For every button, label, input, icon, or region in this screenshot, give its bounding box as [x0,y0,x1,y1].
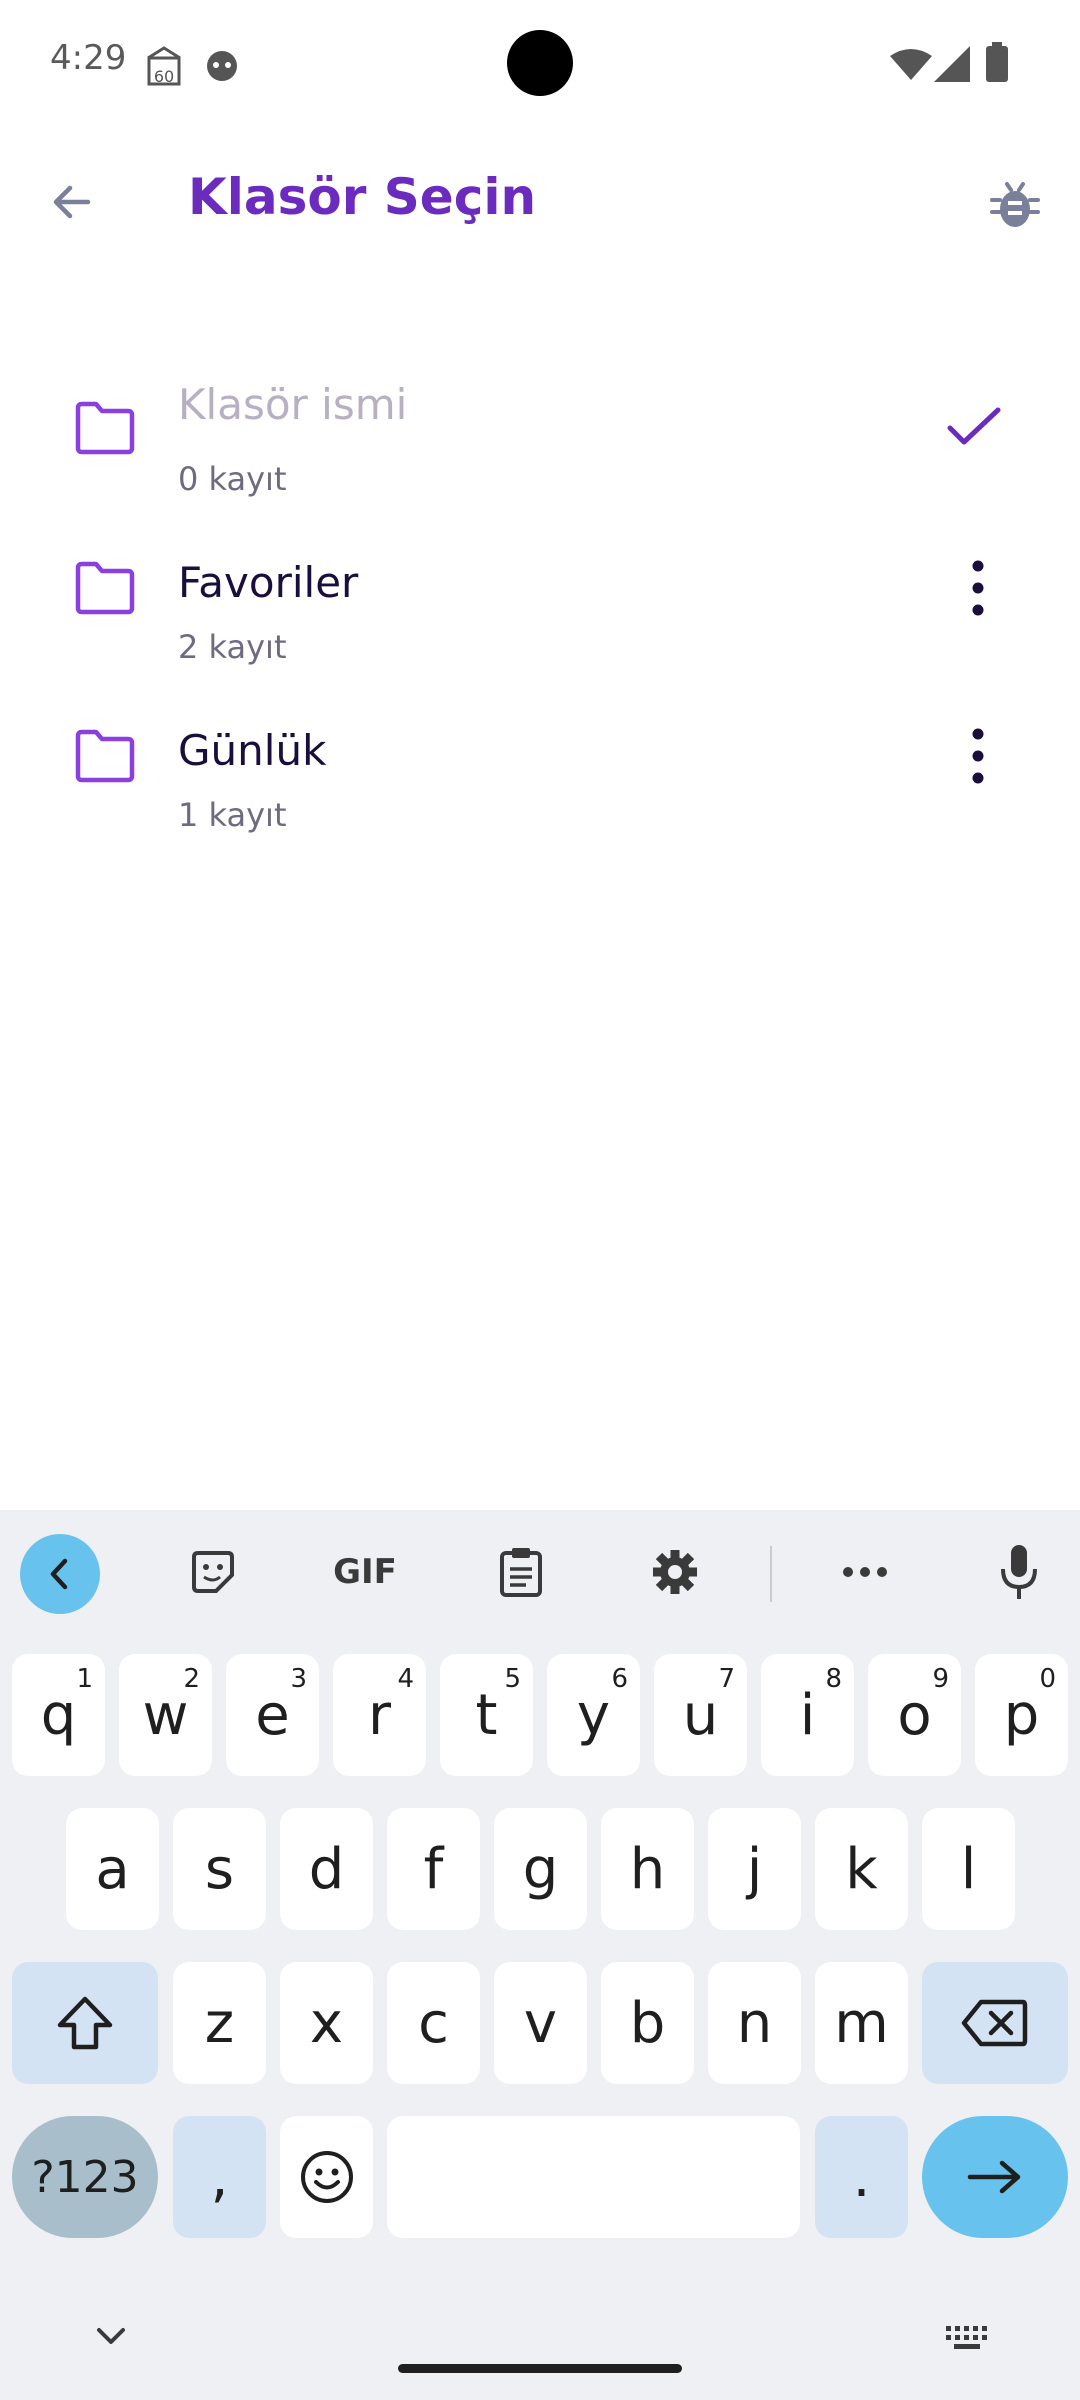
bug-icon[interactable] [990,176,1040,230]
status-time: 4:29 [50,38,127,78]
space-bar[interactable] [387,2116,800,2238]
clipboard-icon [500,1548,542,1597]
gif-label: GIF [333,1552,397,1592]
key-m[interactable]: m [815,1962,908,2084]
camera-cutout [507,30,573,96]
folder-name-input[interactable]: Klasör ismi [178,380,407,429]
page-title: Klasör Seçin [188,168,537,226]
folder-name: Favoriler [178,558,359,607]
toolbar-divider [770,1546,772,1602]
arrow-back-icon[interactable] [48,178,96,226]
key-a[interactable]: a [66,1808,159,1930]
more-horiz-icon [843,1567,887,1577]
sticker-icon [192,1551,234,1593]
key-b[interactable]: b [601,1962,694,2084]
status-badge-number: 60 [154,67,174,86]
more-vert-icon[interactable] [966,560,990,616]
key-s[interactable]: s [173,1808,266,1930]
arrow-forward-icon [967,2160,1021,2194]
more-options-button[interactable] [840,1543,890,1601]
key-r[interactable]: r4 [333,1654,426,1776]
key-l[interactable]: l [922,1808,1015,1930]
settings-button[interactable] [648,1543,702,1601]
key-i[interactable]: i8 [761,1654,854,1776]
folder-record-count: 1 kayıt [178,796,287,834]
key-x[interactable]: x [280,1962,373,2084]
mosque-calendar-icon: 60 [147,46,181,86]
mic-icon [1001,1545,1037,1599]
enter-key[interactable] [922,2116,1068,2238]
emoji-icon [300,2151,353,2203]
key-z[interactable]: z [173,1962,266,2084]
more-vert-icon[interactable] [966,728,990,784]
shift-key[interactable] [12,1962,158,2084]
key-t[interactable]: t5 [440,1654,533,1776]
backspace-key[interactable] [922,1962,1068,2084]
key-o[interactable]: o9 [868,1654,961,1776]
android-face-icon [207,51,237,81]
home-indicator[interactable] [398,2364,682,2373]
folder-name: Günlük [178,726,327,775]
sticker-button[interactable] [186,1543,240,1601]
key-q[interactable]: q1 [12,1654,105,1776]
backspace-icon [961,1999,1028,2047]
key-d[interactable]: d [280,1808,373,1930]
keyboard-switch-icon[interactable] [946,2326,990,2350]
key-n[interactable]: n [708,1962,801,2084]
gif-button[interactable]: GIF [330,1543,400,1601]
emoji-key[interactable] [280,2116,373,2238]
key-g[interactable]: g [494,1808,587,1930]
folder-record-count: 0 kayıt [178,460,287,498]
gear-icon [653,1550,697,1594]
folder-icon [75,561,135,615]
folder-icon [75,729,135,783]
clipboard-button[interactable] [496,1543,546,1601]
keyboard [0,1510,1080,2400]
folder-icon [75,401,135,455]
wifi-icon [890,49,932,80]
shift-icon [57,1996,113,2050]
key-w[interactable]: w2 [119,1654,212,1776]
chevron-left-icon [50,1558,68,1590]
battery-icon [986,42,1008,82]
key-p[interactable]: p0 [975,1654,1068,1776]
check-icon[interactable] [946,404,1002,450]
key-f[interactable]: f [387,1808,480,1930]
period-key[interactable]: . [815,2116,908,2238]
key-y[interactable]: y6 [547,1654,640,1776]
key-e[interactable]: e3 [226,1654,319,1776]
signal-icon [934,46,970,82]
voice-input-button[interactable] [998,1543,1040,1601]
key-j[interactable]: j [708,1808,801,1930]
key-k[interactable]: k [815,1808,908,1930]
key-u[interactable]: u7 [654,1654,747,1776]
key-h[interactable]: h [601,1808,694,1930]
comma-key[interactable]: , [173,2116,266,2238]
chevron-down-icon[interactable] [96,2326,126,2346]
folder-record-count: 2 kayıt [178,628,287,666]
symbols-key[interactable]: ?123 [12,2116,158,2238]
key-v[interactable]: v [494,1962,587,2084]
key-c[interactable]: c [387,1962,480,2084]
keyboard-collapse-button[interactable] [20,1534,100,1614]
